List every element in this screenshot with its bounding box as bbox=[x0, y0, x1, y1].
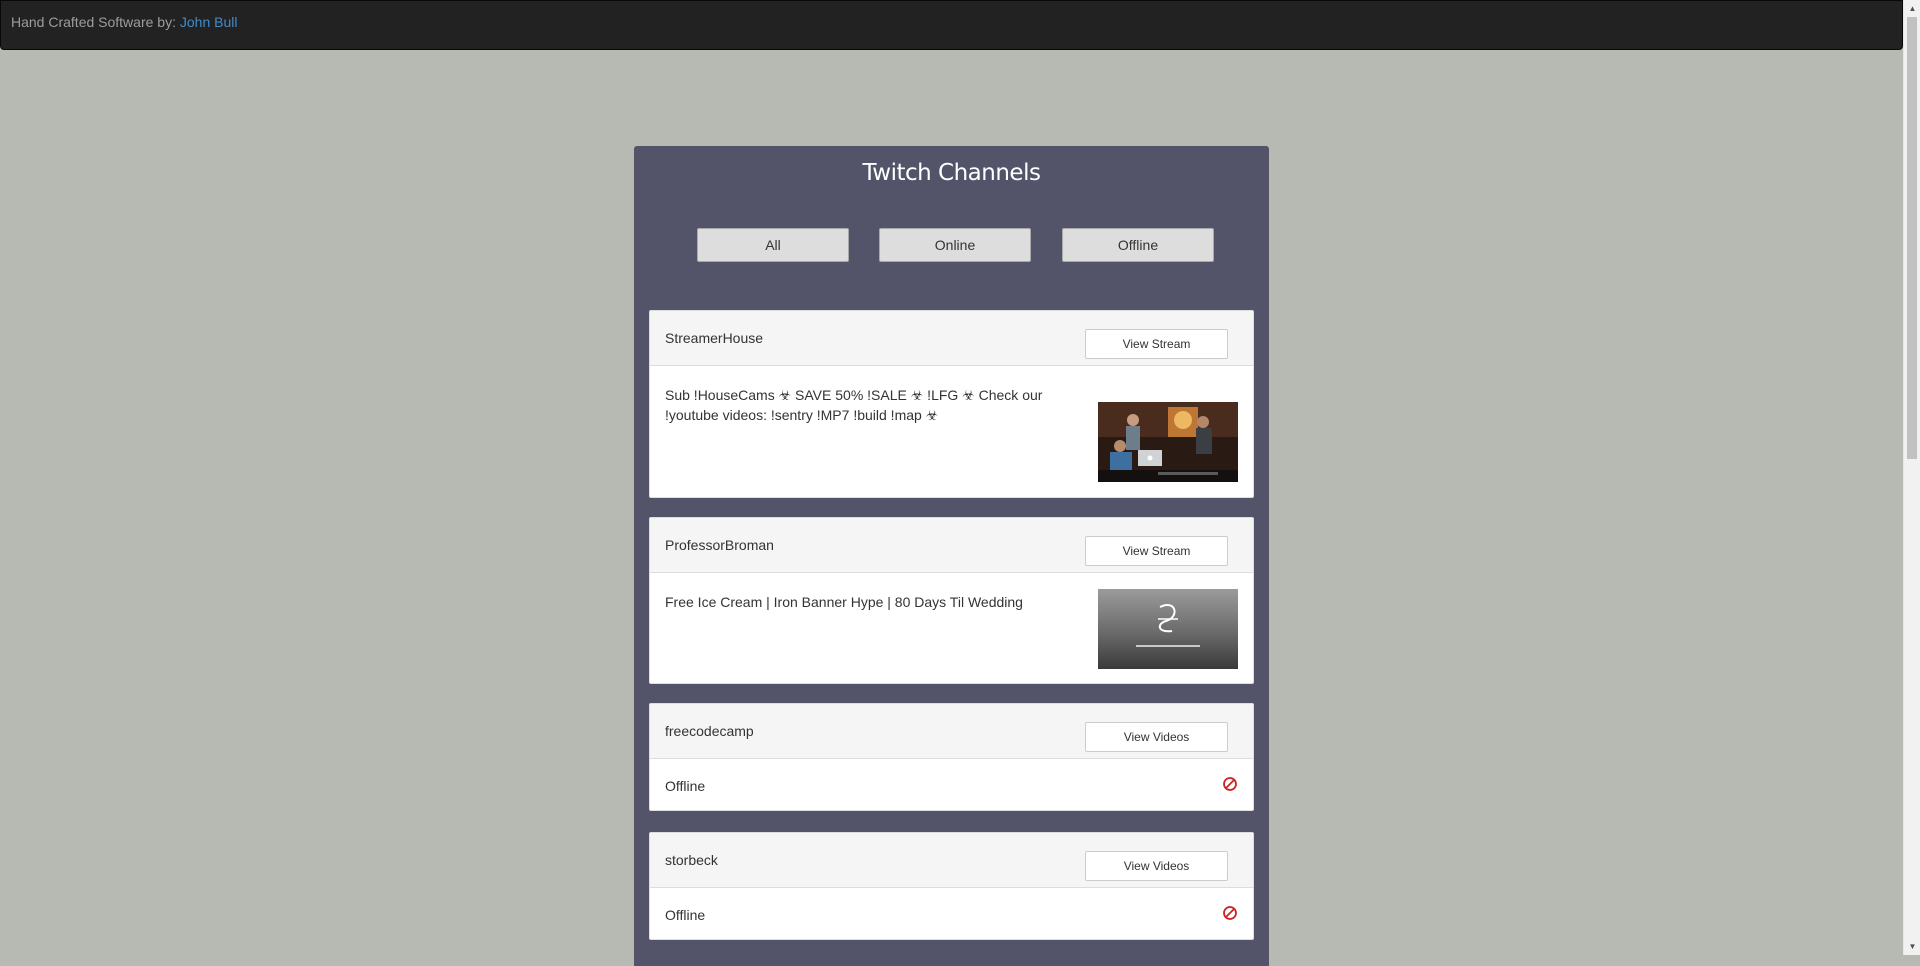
channel-status: Offline bbox=[665, 778, 706, 794]
credit-prefix: Hand Crafted Software by: bbox=[11, 14, 176, 30]
filter-all-button[interactable]: All bbox=[697, 228, 849, 262]
view-videos-button[interactable]: View Videos bbox=[1085, 722, 1228, 752]
page-scrollbar[interactable]: ▲ ▼ bbox=[1903, 0, 1920, 955]
channel-status: Offline bbox=[665, 907, 706, 923]
channel-card-header: StreamerHouse View Stream bbox=[650, 311, 1253, 366]
channel-name[interactable]: StreamerHouse bbox=[665, 330, 763, 346]
channel-card: storbeck View Videos Offline bbox=[649, 832, 1254, 940]
scroll-down-arrow-icon[interactable]: ▼ bbox=[1904, 938, 1920, 955]
channel-logo-thumbnail[interactable] bbox=[1098, 589, 1238, 669]
author-link[interactable]: John Bull bbox=[180, 14, 238, 30]
channel-card-header: storbeck View Videos bbox=[650, 833, 1253, 888]
view-videos-button[interactable]: View Videos bbox=[1085, 851, 1228, 881]
channel-card: freecodecamp View Videos Offline bbox=[649, 703, 1254, 811]
channel-card-header: ProfessorBroman View Stream bbox=[650, 518, 1253, 573]
view-stream-button[interactable]: View Stream bbox=[1085, 536, 1228, 566]
filter-online-button[interactable]: Online bbox=[879, 228, 1031, 262]
channel-status: Sub !HouseCams ☣ SAVE 50% !SALE ☣ !LFG ☣… bbox=[665, 387, 1043, 423]
channel-card: StreamerHouse View Stream Sub !HouseCams… bbox=[649, 310, 1254, 498]
channel-name[interactable]: ProfessorBroman bbox=[665, 537, 774, 553]
panel-title: Twitch Channels bbox=[862, 160, 1041, 186]
credit-line: Hand Crafted Software by: John Bull bbox=[11, 14, 237, 30]
channel-name[interactable]: freecodecamp bbox=[665, 723, 754, 739]
stream-preview-thumbnail[interactable] bbox=[1098, 402, 1238, 482]
top-navbar: Hand Crafted Software by: John Bull bbox=[0, 0, 1903, 50]
channels-panel: Twitch Channels All Online Offline Strea… bbox=[634, 146, 1269, 966]
offline-ban-icon bbox=[1222, 776, 1238, 792]
view-stream-button[interactable]: View Stream bbox=[1085, 329, 1228, 359]
scroll-up-arrow-icon[interactable]: ▲ bbox=[1904, 0, 1920, 17]
channel-card-header: freecodecamp View Videos bbox=[650, 704, 1253, 759]
channel-card: ProfessorBroman View Stream Free Ice Cre… bbox=[649, 517, 1254, 684]
channel-status: Free Ice Cream | Iron Banner Hype | 80 D… bbox=[665, 594, 1023, 610]
offline-ban-icon bbox=[1222, 905, 1238, 921]
scrollbar-thumb[interactable] bbox=[1907, 17, 1917, 459]
filter-offline-button[interactable]: Offline bbox=[1062, 228, 1214, 262]
channel-name[interactable]: storbeck bbox=[665, 852, 718, 868]
